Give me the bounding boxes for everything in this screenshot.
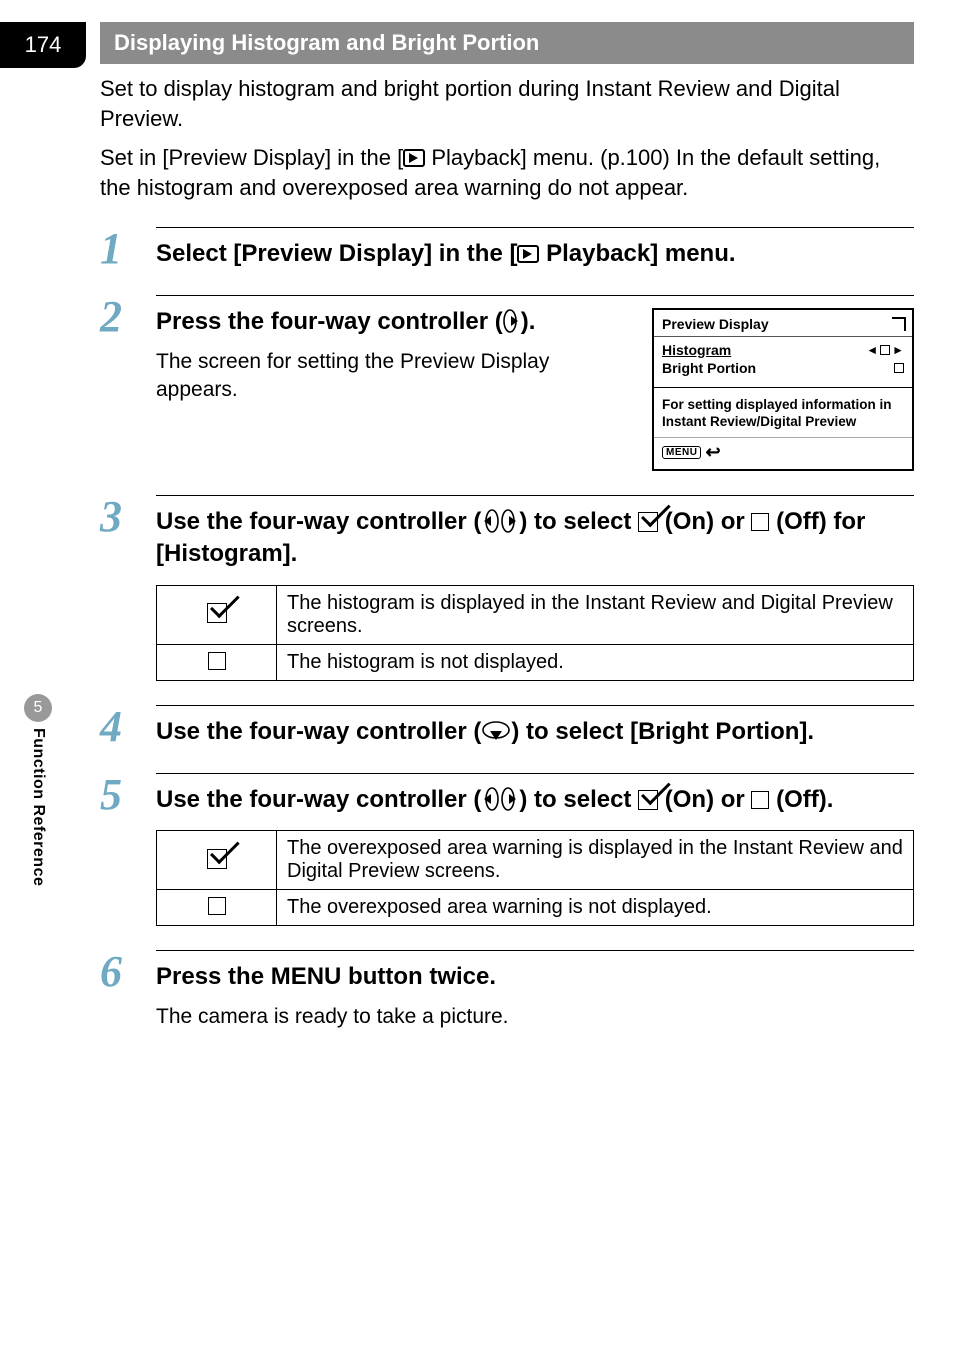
table-row: The overexposed area warning is displaye… [157,831,914,890]
checkbox-on-icon [207,603,227,623]
step-5-title-d: (Off). [769,786,833,813]
step-number: 3 [100,495,156,539]
step-4-title-b: ) to select [Bright Portion]. [511,718,814,745]
chapter-title-vertical: Function Reference [29,728,47,886]
page-root: 174 5 Function Reference Displaying Hist… [0,22,954,1351]
step-1: 1 Select [Preview Display] in the [ Play… [100,227,914,271]
dpad-left-right-icon [481,787,519,811]
step-4-title-a: Use the four-way controller ( [156,718,481,745]
step-6-desc: The camera is ready to take a picture. [156,1003,914,1031]
step-3: 3 Use the four-way controller ( ) to sel… [100,495,914,681]
section-heading: Displaying Histogram and Bright Portion [100,22,914,64]
step-3-title: Use the four-way controller ( ) to selec… [156,506,914,571]
step-2-title: Press the four-way controller ( ). [156,306,634,338]
step-number: 5 [100,773,156,817]
page-number-tab: 174 [0,22,86,68]
step-2-desc: The screen for setting the Preview Displ… [156,348,634,405]
checkbox-on-icon [638,512,658,532]
step-1-title: Select [Preview Display] in the [ Playba… [156,238,914,270]
step-5-title-b: ) to select [519,786,638,813]
checkbox-off-icon [894,363,904,373]
step-number: 2 [100,295,156,339]
checkbox-off-icon [208,897,226,915]
checkbox-off-icon [751,791,769,809]
step-number: 6 [100,950,156,994]
step-5-title-a: Use the four-way controller ( [156,786,481,813]
lcd-tab-icon [892,317,906,331]
checkbox-on-icon [638,790,658,810]
step-3-title-c: (On) or [658,508,751,535]
checkbox-off-icon [208,652,226,670]
lcd-arrows-icon: ◄► [866,343,904,357]
dpad-left-right-icon [481,509,519,533]
dpad-right-icon [503,309,521,333]
checkbox-on-icon [207,849,227,869]
lcd-info-text: For setting displayed information in Ins… [654,392,912,437]
table-row: The histogram is not displayed. [157,644,914,680]
step-3-title-a: Use the four-way controller ( [156,508,481,535]
histogram-off-desc: The histogram is not displayed. [277,644,914,680]
dpad-down-icon [481,721,511,743]
menu-button-icon: MENU [662,446,701,459]
table-row: The overexposed area warning is not disp… [157,890,914,926]
chapter-number-badge: 5 [24,694,52,722]
back-arrow-icon: ↩ [705,442,720,463]
lcd-title: Preview Display [662,316,769,332]
step-4: 4 Use the four-way controller ( ) to sel… [100,705,914,749]
bright-off-desc: The overexposed area warning is not disp… [277,890,914,926]
step-2: 2 Press the four-way controller ( ). The… [100,295,914,471]
intro-paragraph-2: Set in [Preview Display] in the [ Playba… [100,143,914,202]
step-number: 4 [100,705,156,749]
step-5: 5 Use the four-way controller ( ) to sel… [100,773,914,926]
step-2-title-b: ). [521,308,536,335]
playback-icon [403,149,425,167]
step-6: 6 Press the MENU button twice. The camer… [100,950,914,1032]
lcd-preview-display-screen: Preview Display Histogram ◄► Bright Port… [652,308,914,471]
step-6-title: Press the MENU button twice. [156,961,914,993]
table-row: The histogram is displayed in the Instan… [157,585,914,644]
histogram-on-desc: The histogram is displayed in the Instan… [277,585,914,644]
intro-paragraph-1: Set to display histogram and bright port… [100,74,914,133]
playback-icon [517,245,539,263]
histogram-options-table: The histogram is displayed in the Instan… [156,585,914,681]
step-5-title: Use the four-way controller ( ) to selec… [156,784,914,816]
sidebar-chapter-tab: 5 Function Reference [18,694,58,886]
bright-portion-options-table: The overexposed area warning is displaye… [156,830,914,926]
step-4-title: Use the four-way controller ( ) to selec… [156,716,914,748]
step-2-title-a: Press the four-way controller ( [156,308,503,335]
step-number: 1 [100,227,156,271]
step-1-title-a: Select [Preview Display] in the [ [156,240,517,267]
checkbox-off-icon [751,513,769,531]
bright-on-desc: The overexposed area warning is displaye… [277,831,914,890]
step-1-title-b: Playback] menu. [539,240,735,267]
step-3-title-b: ) to select [519,508,638,535]
intro-text-a: Set in [Preview Display] in the [ [100,145,403,170]
step-5-title-c: (On) or [658,786,751,813]
lcd-row-histogram: Histogram [662,342,731,358]
lcd-row-bright-portion: Bright Portion [662,360,756,376]
